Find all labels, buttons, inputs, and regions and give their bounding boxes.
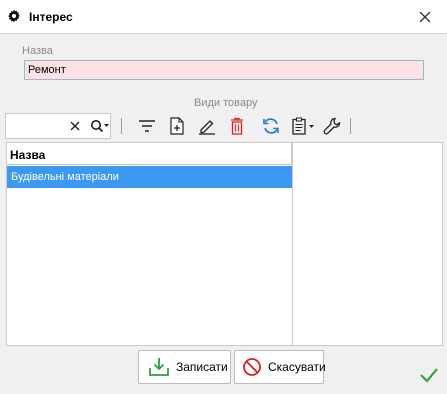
save-button[interactable]: Записати — [138, 350, 231, 384]
toolbar-separator — [121, 118, 122, 134]
toolbar-separator — [350, 118, 351, 134]
search-input[interactable] — [8, 117, 66, 135]
settings-wrench-icon — [323, 117, 341, 135]
close-button[interactable] — [412, 6, 438, 27]
save-button-label: Записати — [176, 360, 228, 374]
name-field[interactable]: Ремонт — [24, 60, 424, 80]
refresh-button[interactable] — [260, 115, 282, 137]
delete-button[interactable] — [226, 115, 248, 137]
delete-icon — [231, 117, 243, 135]
add-button[interactable] — [166, 115, 188, 137]
window-title: Інтерес — [29, 10, 73, 24]
cancel-icon — [242, 356, 262, 378]
add-icon — [170, 117, 184, 135]
check-icon — [420, 368, 438, 383]
clipboard-menu-button[interactable] — [290, 115, 318, 137]
save-download-icon — [148, 356, 170, 378]
close-icon — [419, 11, 431, 22]
search-icon[interactable] — [90, 119, 110, 133]
cancel-button-label: Скасувати — [268, 360, 326, 374]
filter-icon — [139, 120, 155, 132]
grid-divider — [292, 143, 293, 345]
table-row[interactable]: Будівельні матеріали — [7, 166, 292, 188]
column-header-name[interactable]: Назва — [7, 143, 292, 165]
product-types-grid: Назва Будівельні матеріали — [6, 142, 443, 346]
cancel-button[interactable]: Скасувати — [234, 350, 326, 384]
gear-icon — [8, 9, 20, 23]
name-label: Назва — [22, 45, 53, 57]
clear-icon[interactable] — [69, 120, 81, 132]
settings-button[interactable] — [321, 115, 343, 137]
edit-icon — [199, 120, 215, 135]
refresh-icon — [263, 118, 279, 134]
title-bar: Інтерес — [0, 0, 447, 34]
filter-button[interactable] — [136, 115, 158, 137]
clipboard-icon — [292, 117, 314, 135]
product-types-label: Види товару — [194, 97, 258, 109]
edit-button[interactable] — [196, 115, 218, 137]
search-box — [5, 113, 111, 139]
